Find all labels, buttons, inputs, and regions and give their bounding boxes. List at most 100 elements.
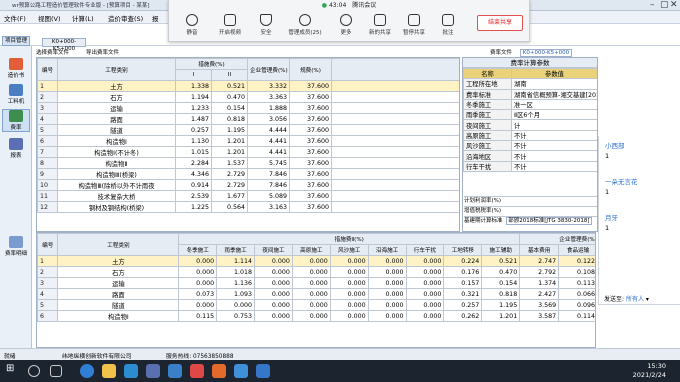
fee-cell[interactable]: 37.600: [289, 80, 332, 92]
rate-cell[interactable]: 0.818: [481, 288, 521, 300]
rate-cell[interactable]: 0.000: [216, 299, 256, 311]
tencent-meeting-icon[interactable]: [256, 364, 270, 378]
mgmt-fee-cell[interactable]: 1.888: [247, 102, 290, 114]
rate-cell[interactable]: 0.000: [178, 277, 218, 289]
rate-cell[interactable]: 0.257: [443, 299, 483, 311]
category-cell[interactable]: 运输: [57, 102, 176, 114]
fee-cell[interactable]: 37.600: [289, 168, 332, 180]
rate-file-select[interactable]: K0+000-K5+000: [519, 49, 573, 57]
fee-cell[interactable]: 37.600: [289, 179, 332, 191]
mgmt-fee-cell[interactable]: 5.089: [247, 190, 290, 202]
edge-browser-icon[interactable]: [80, 364, 94, 378]
app-icon[interactable]: [146, 364, 160, 378]
measure-ii-cell[interactable]: 0.470: [211, 91, 248, 103]
rate-cell[interactable]: 1.136: [216, 277, 256, 289]
standard-row[interactable]: 基建期计算标准 部颁2018标准[JTG 3830-2018]: [464, 216, 597, 226]
category-cell[interactable]: 石方: [57, 91, 176, 103]
menu-report[interactable]: 报: [152, 13, 159, 23]
mgmt-fee-cell[interactable]: 3.363: [247, 91, 290, 103]
sidebar-item-cost-book[interactable]: 造价书: [2, 58, 30, 79]
category-cell[interactable]: 石方: [57, 266, 180, 278]
new-share-button[interactable]: 新的共享: [363, 14, 397, 36]
param-row[interactable]: 雨季施工 Ⅱ区6个月: [463, 109, 597, 121]
param-value[interactable]: 湖南: [511, 78, 597, 90]
rate-cell[interactable]: 1.114: [216, 255, 256, 267]
fee-cell[interactable]: 37.600: [289, 91, 332, 103]
rate-cell[interactable]: 0.321: [443, 288, 483, 300]
fee-cell[interactable]: 37.600: [289, 102, 332, 114]
rate-cell[interactable]: 0.000: [291, 255, 331, 267]
rate-cell[interactable]: 0.108: [558, 266, 595, 278]
rate-cell[interactable]: 0.000: [254, 288, 293, 300]
video-button[interactable]: 开启视频: [213, 14, 247, 36]
vat-rate-row[interactable]: 增值税税率(%): [464, 206, 597, 216]
rate-cell[interactable]: 0.000: [178, 255, 218, 267]
rate-cell[interactable]: 3.569: [519, 299, 560, 311]
param-row[interactable]: 行车干扰 不计: [463, 160, 597, 172]
rate-cell[interactable]: 0.122: [558, 255, 595, 267]
rate-cell[interactable]: 1.201: [481, 310, 521, 322]
param-value[interactable]: 计: [511, 119, 597, 131]
fee-cell[interactable]: 37.600: [289, 146, 332, 158]
rate-cell[interactable]: 1.374: [519, 277, 560, 289]
maximize-icon[interactable]: ▢: [660, 0, 669, 10]
rate-cell[interactable]: 0.000: [254, 255, 293, 267]
rate-cell[interactable]: 0.157: [443, 277, 483, 289]
measure-ii-cell[interactable]: 1.195: [211, 124, 248, 136]
rate-cell[interactable]: 0.066: [558, 288, 595, 300]
rate-cell[interactable]: 0.000: [405, 288, 445, 300]
param-value[interactable]: 不计: [511, 129, 597, 142]
measure-ii-cell[interactable]: 2.729: [211, 168, 248, 180]
mgmt-fee-cell[interactable]: 4.441: [247, 135, 290, 147]
app-icon[interactable]: [212, 364, 226, 378]
app-icon[interactable]: [124, 364, 138, 378]
menu-view[interactable]: 视图(V): [38, 13, 61, 23]
table-row[interactable]: 5 隧道 0.000 0.000 0.000 0.000 0.000 0.000 0.000 0.…: [37, 299, 595, 311]
mgmt-fee-cell[interactable]: 3.332: [247, 80, 290, 92]
param-value[interactable]: 湖南省信概预算-湘交基建[2019]: [511, 88, 597, 100]
measure-i-cell[interactable]: 1.225: [175, 201, 212, 213]
menu-review[interactable]: 造价审查(S): [108, 13, 143, 23]
rate-cell[interactable]: 0.176: [443, 266, 483, 278]
close-icon[interactable]: ✕: [670, 0, 678, 10]
table-row[interactable]: 3 运输 1.233 0.154 1.888 37.600: [37, 102, 459, 114]
param-row[interactable]: 夜间施工计: [463, 119, 597, 131]
param-value[interactable]: Ⅱ区6个月: [511, 109, 597, 121]
table-row[interactable]: 2 石方 0.000 1.018 0.000 0.000 0.000 0.000 0.000 0.…: [37, 266, 595, 278]
rate-cell[interactable]: 0.000: [291, 310, 331, 322]
mgmt-fee-cell[interactable]: 7.846: [247, 168, 290, 180]
sidebar-item-report[interactable]: 报表: [2, 138, 30, 159]
category-cell[interactable]: 土方: [57, 255, 180, 267]
table-row[interactable]: 7 构造物Ⅰ(不计冬) 1.015 1.201 4.441 37.600: [37, 146, 459, 158]
rate-cell[interactable]: 0.224: [443, 255, 483, 267]
mgmt-fee-cell[interactable]: 7.846: [247, 179, 290, 191]
measure-i-cell[interactable]: 1.338: [175, 80, 212, 92]
profit-rate-row[interactable]: 计划利润率(%): [464, 196, 597, 206]
category-cell[interactable]: 钢材及钢结构(桥梁): [57, 201, 176, 213]
param-row[interactable]: 费率标准 湖南省信概预算-湘交基建[2019]: [463, 88, 597, 100]
category-cell[interactable]: 隧道: [57, 124, 176, 136]
measure-i-cell[interactable]: 4.346: [175, 168, 212, 180]
param-value[interactable]: 准一区: [511, 98, 597, 111]
measure-i-cell[interactable]: 1.194: [175, 91, 212, 103]
rate-cell[interactable]: 0.000: [254, 299, 293, 311]
security-button[interactable]: 安全: [249, 14, 283, 36]
project-management-tab[interactable]: 项目管理: [2, 36, 30, 46]
category-cell[interactable]: 构造物Ⅰ: [57, 310, 180, 322]
measure-ii-cell[interactable]: 0.521: [211, 80, 248, 92]
measure-i-cell[interactable]: 1.233: [175, 102, 212, 114]
fee-cell[interactable]: 37.600: [289, 135, 332, 147]
rate-cell[interactable]: 0.000: [329, 255, 369, 267]
measure-ii-cell[interactable]: 0.564: [211, 201, 248, 213]
table-row[interactable]: 4 路面 1.487 0.818 3.056 37.600: [37, 113, 459, 125]
measure-ii-cell[interactable]: 1.201: [211, 135, 248, 147]
measure-ii-cell[interactable]: 0.154: [211, 102, 248, 114]
param-value[interactable]: 不计: [511, 150, 597, 162]
table-row[interactable]: 8 构造物Ⅱ 2.284 1.537 5.745 37.600: [37, 157, 459, 169]
rate-cell[interactable]: 0.000: [291, 277, 331, 289]
windows-start-icon[interactable]: ⊞: [6, 363, 20, 377]
rate-cell[interactable]: 0.073: [178, 288, 218, 300]
category-cell[interactable]: 构造物Ⅲ(桥梁): [57, 168, 176, 180]
file-explorer-icon[interactable]: [102, 364, 116, 378]
rate-cell[interactable]: 0.000: [329, 310, 369, 322]
